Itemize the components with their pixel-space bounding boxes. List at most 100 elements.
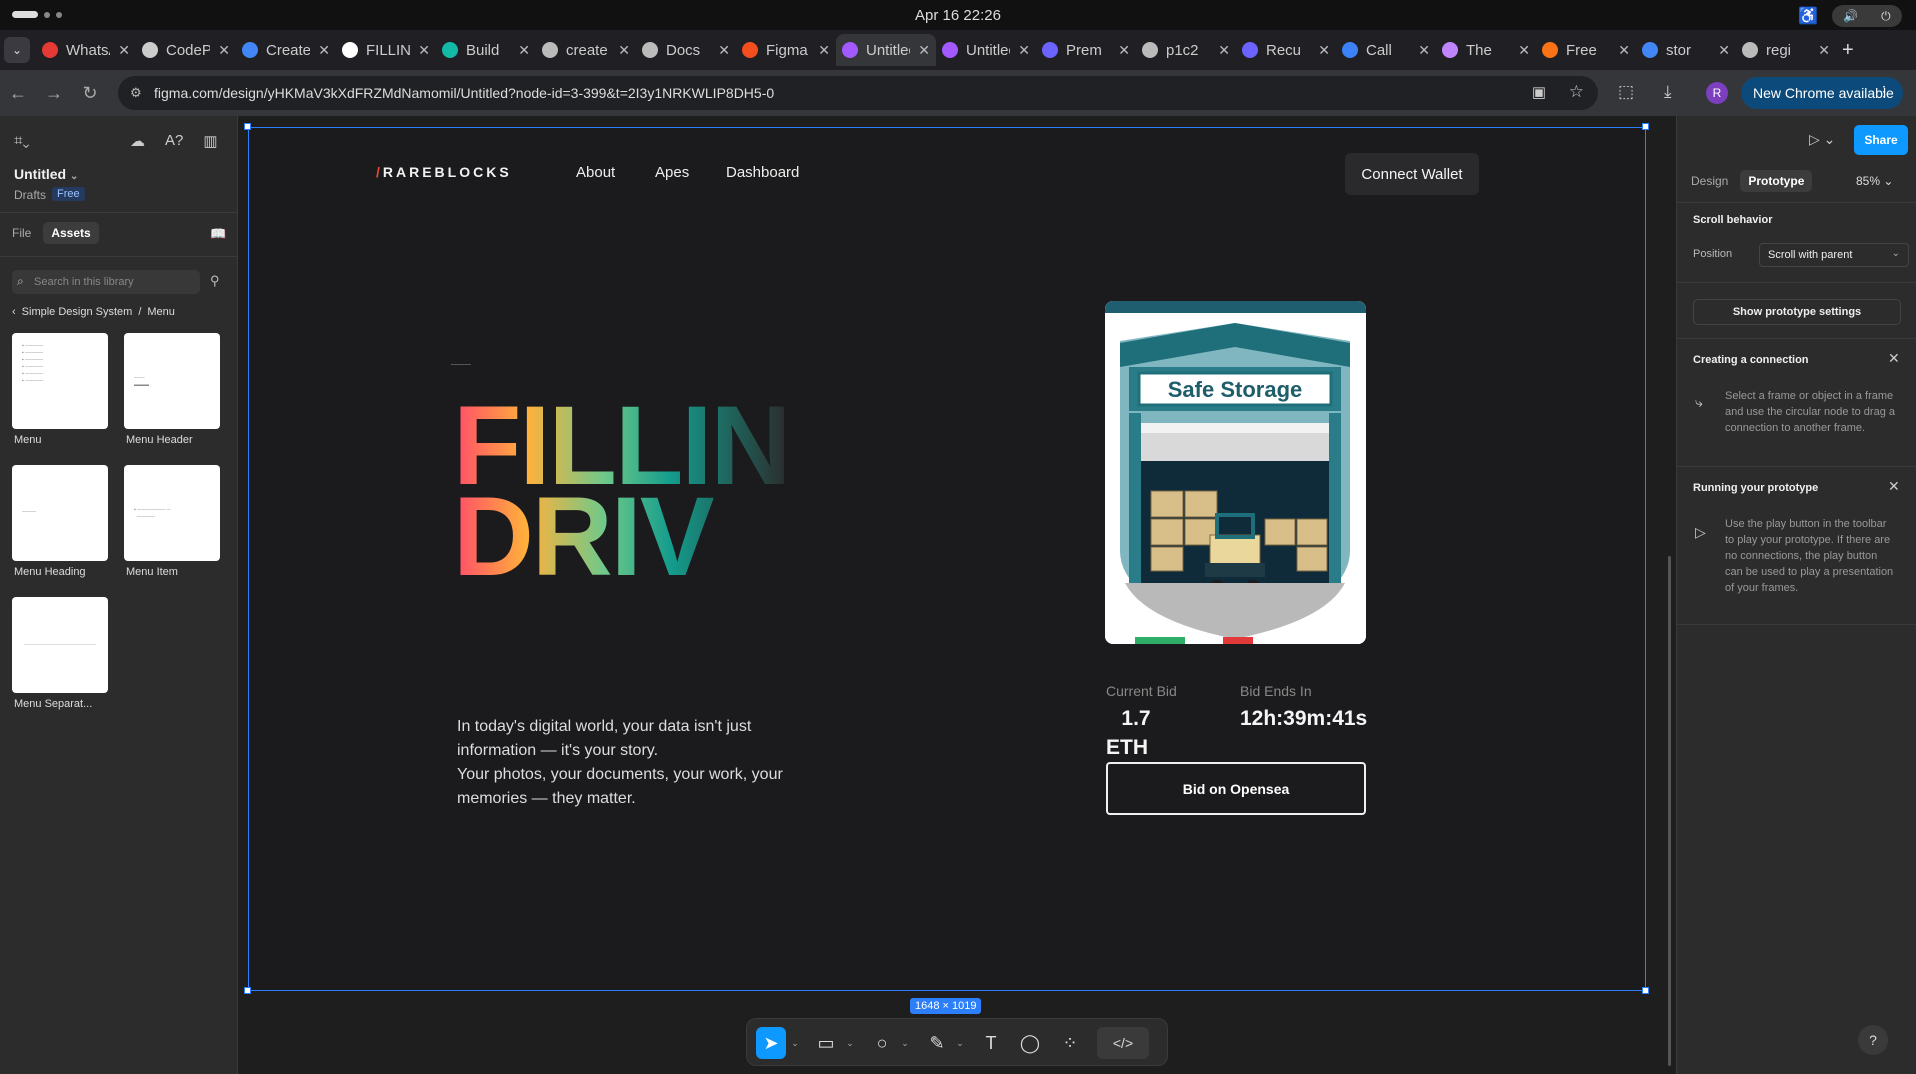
help-button[interactable]: ?: [1858, 1025, 1888, 1055]
browser-tab[interactable]: p1c2 ✕: [1136, 34, 1236, 66]
forward-icon[interactable]: →: [36, 83, 72, 104]
nav-about[interactable]: About: [576, 164, 615, 181]
browser-tab[interactable]: FILLIN ✕: [336, 34, 436, 66]
accessibility-icon[interactable]: ♿: [1798, 6, 1818, 26]
resize-handle-tr[interactable]: [1642, 123, 1649, 130]
tab-close-icon[interactable]: ✕: [818, 42, 830, 59]
bid-on-opensea-button[interactable]: Bid on Opensea: [1106, 762, 1366, 815]
tab-close-icon[interactable]: ✕: [918, 42, 930, 59]
breadcrumb-library[interactable]: Simple Design System: [22, 306, 133, 318]
browser-tab[interactable]: CodePen ✕: [136, 34, 236, 66]
download-icon[interactable]: ⤓: [1664, 82, 1672, 102]
browser-tab[interactable]: WhatsApp ✕: [36, 34, 136, 66]
nav-dashboard[interactable]: Dashboard: [726, 164, 799, 181]
tab-prototype[interactable]: Prototype: [1740, 170, 1813, 192]
back-chevron-icon[interactable]: ‹: [12, 306, 16, 318]
ai-icon[interactable]: A?: [165, 132, 183, 150]
asset-thumbnail-menu-item[interactable]: ▪ ──────── ─ ─────: [124, 465, 220, 561]
system-tray[interactable]: ♿ 🔊 ⏻: [1798, 5, 1902, 27]
profile-avatar[interactable]: R: [1706, 82, 1728, 104]
present-icon[interactable]: ▷ ⌄: [1809, 131, 1835, 148]
share-button[interactable]: Share: [1854, 125, 1908, 155]
browser-tab[interactable]: stor ✕: [1636, 34, 1736, 66]
asset-thumbnail-menu[interactable]: ▪ ───── ▪ ───── ▪ ───── ▪ ───── ▪ ───── ▪ ───…: [12, 333, 108, 429]
chevron-down-icon[interactable]: ⌄: [789, 1027, 801, 1059]
position-select[interactable]: Scroll with parent ⌄: [1759, 243, 1909, 267]
system-clock[interactable]: Apr 16 22:26: [915, 7, 1001, 24]
asset-thumbnail-menu-heading[interactable]: ────: [12, 465, 108, 561]
tab-close-icon[interactable]: ✕: [718, 42, 730, 59]
tab-close-icon[interactable]: ✕: [118, 42, 130, 59]
chevron-down-icon[interactable]: ⌄: [844, 1027, 856, 1059]
browser-tab[interactable]: Call ✕: [1336, 34, 1436, 66]
tab-close-icon[interactable]: ✕: [1318, 42, 1330, 59]
close-icon[interactable]: ✕: [1888, 478, 1900, 495]
resize-handle-tl[interactable]: [244, 123, 251, 130]
zoom-level[interactable]: 85% ⌄: [1856, 174, 1893, 188]
toggle-sidebar-icon[interactable]: ▥: [203, 132, 217, 150]
tab-close-icon[interactable]: ✕: [1418, 42, 1430, 59]
asset-thumbnail-menu-header[interactable]: ─── ▬▬▬: [124, 333, 220, 429]
frame-tool-icon[interactable]: ▭: [811, 1027, 841, 1059]
install-app-icon[interactable]: ▣: [1532, 83, 1546, 101]
back-icon[interactable]: ←: [0, 83, 36, 104]
cloud-sync-icon[interactable]: ☁: [130, 132, 145, 150]
tab-close-icon[interactable]: ✕: [1818, 42, 1830, 59]
comment-tool-icon[interactable]: ◯: [1015, 1027, 1045, 1059]
address-bar[interactable]: ⚙ figma.com/design/yHKMaV3kXdFRZMdNamomi…: [118, 76, 1598, 110]
filter-icon[interactable]: ⚲: [210, 273, 220, 289]
canvas-scrollbar[interactable]: [1668, 556, 1671, 1066]
browser-tab[interactable]: Figma ✕: [736, 34, 836, 66]
tab-close-icon[interactable]: ✕: [1618, 42, 1630, 59]
file-name[interactable]: Untitled ⌄: [14, 166, 78, 182]
new-chrome-available-button[interactable]: New Chrome available ⋮: [1741, 77, 1903, 109]
library-book-icon[interactable]: 📖: [210, 226, 226, 242]
ellipse-tool-icon[interactable]: ○: [867, 1027, 897, 1059]
drafts-label[interactable]: Drafts: [14, 188, 46, 202]
tab-close-icon[interactable]: ✕: [1018, 42, 1030, 59]
tab-close-icon[interactable]: ✕: [1518, 42, 1530, 59]
chevron-down-icon[interactable]: ⌄: [954, 1027, 966, 1059]
tab-close-icon[interactable]: ✕: [1118, 42, 1130, 59]
tab-close-icon[interactable]: ✕: [618, 42, 630, 59]
tab-assets[interactable]: Assets: [43, 222, 99, 244]
url-text[interactable]: figma.com/design/yHKMaV3kXdFRZMdNamomil/…: [154, 85, 774, 101]
chevron-down-icon[interactable]: ⌄: [899, 1027, 911, 1059]
connect-wallet-button[interactable]: Connect Wallet: [1345, 153, 1479, 195]
actions-tool-icon[interactable]: ⁘: [1055, 1027, 1085, 1059]
browser-tab[interactable]: Untitled ✕: [836, 34, 936, 66]
show-prototype-settings-button[interactable]: Show prototype settings: [1693, 299, 1901, 325]
browser-tab[interactable]: Docs ✕: [636, 34, 736, 66]
pen-tool-icon[interactable]: ✎: [922, 1027, 952, 1059]
status-menu[interactable]: 🔊 ⏻: [1832, 5, 1902, 27]
browser-tab[interactable]: Untitled ✕: [936, 34, 1036, 66]
browser-tab[interactable]: create ✕: [536, 34, 636, 66]
browser-tab[interactable]: The ✕: [1436, 34, 1536, 66]
activities-indicator[interactable]: [12, 11, 62, 18]
browser-tab[interactable]: Free ✕: [1536, 34, 1636, 66]
text-tool-icon[interactable]: T: [976, 1027, 1006, 1059]
browser-tab[interactable]: Build ✕: [436, 34, 536, 66]
extensions-icon[interactable]: ⬚: [1618, 82, 1634, 102]
tab-close-icon[interactable]: ✕: [218, 42, 230, 59]
tab-close-icon[interactable]: ✕: [1718, 42, 1730, 59]
tab-file[interactable]: File: [12, 226, 31, 240]
browser-tab[interactable]: Prem ✕: [1036, 34, 1136, 66]
browser-tab[interactable]: Recu ✕: [1236, 34, 1336, 66]
move-tool-icon[interactable]: ➤: [756, 1027, 786, 1059]
browser-tab[interactable]: regi ✕: [1736, 34, 1836, 66]
brand-logo[interactable]: /RAREBLOCKS: [376, 164, 512, 180]
tab-search-dropdown[interactable]: ⌄: [4, 37, 30, 63]
asset-search-input[interactable]: ⌕ Search in this library: [12, 270, 200, 294]
tab-design[interactable]: Design: [1691, 174, 1728, 188]
bookmark-star-icon[interactable]: ☆: [1569, 82, 1584, 102]
asset-thumbnail-menu-separator[interactable]: [12, 597, 108, 693]
tab-close-icon[interactable]: ✕: [418, 42, 430, 59]
dev-mode-toggle-icon[interactable]: </>: [1097, 1027, 1149, 1059]
tab-close-icon[interactable]: ✕: [518, 42, 530, 59]
resize-handle-br[interactable]: [1642, 987, 1649, 994]
design-frame[interactable]: /RAREBLOCKS About Apes Dashboard Connect…: [248, 127, 1646, 991]
tab-close-icon[interactable]: ✕: [318, 42, 330, 59]
browser-tab[interactable]: Create ✕: [236, 34, 336, 66]
tab-close-icon[interactable]: ✕: [1218, 42, 1230, 59]
